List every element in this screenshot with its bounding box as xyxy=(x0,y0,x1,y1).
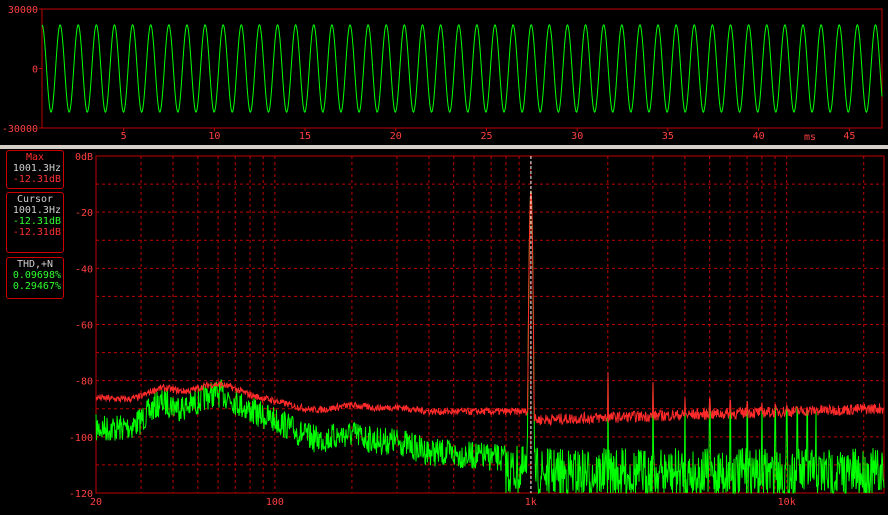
waveform-x-tick-label: 35 xyxy=(662,131,674,142)
thd-value: 0.09698% xyxy=(12,270,61,281)
cursor-level-a: -12.31dB xyxy=(12,216,61,227)
spectrum-grid xyxy=(96,156,884,493)
thd-n-value: 0.29467% xyxy=(12,281,61,292)
waveform-x-tick-label: 25 xyxy=(480,131,492,142)
waveform-x-tick-label: 20 xyxy=(390,131,402,142)
spectrum-y-tick-label: -40 xyxy=(75,264,93,275)
max-level: -12.31dB xyxy=(12,174,61,185)
spectrum-x-tick-label: 1k xyxy=(525,497,537,508)
waveform-y-tick-label: 0 xyxy=(32,65,38,76)
thd-title: THD,+N xyxy=(16,259,54,270)
waveform-x-tick-label: 30 xyxy=(571,131,583,142)
spectrum-x-tick-label: 20 xyxy=(90,497,102,508)
waveform-x-tick-label: 5 xyxy=(121,131,127,142)
spectrum-plot-frame xyxy=(95,155,885,494)
waveform-trace xyxy=(41,24,883,113)
waveform-y-tick-label: 30000 xyxy=(8,5,38,16)
spectrum-panel[interactable]: 0dB -20 -40 -60 -80 -100 -120 20 100 1k 10k xyxy=(0,149,888,511)
waveform-panel[interactable]: 5 10 15 20 25 30 35 40 45 ms 30000 0 -30000 xyxy=(0,0,888,145)
spectrum-y-tick-label: -100 xyxy=(69,433,93,444)
max-readout-panel: Max 1001.3Hz -12.31dB xyxy=(6,150,64,189)
waveform-x-unit: ms xyxy=(804,132,816,143)
spectrum-x-tick-label: 10k xyxy=(778,497,796,508)
cursor-frequency: 1001.3Hz xyxy=(12,205,61,216)
max-frequency: 1001.3Hz xyxy=(12,163,61,174)
waveform-y-tick-label: -30000 xyxy=(2,124,38,135)
waveform-x-tick-label: 10 xyxy=(208,131,220,142)
spectrum-x-tick-label: 100 xyxy=(266,497,284,508)
spectrum-trace-b xyxy=(95,190,885,495)
waveform-plot[interactable]: 5 10 15 20 25 30 35 40 45 ms 30000 0 -30000 xyxy=(0,0,888,145)
spectrum-y-tick-label: -80 xyxy=(75,377,93,388)
spectrum-y-tick-label: -20 xyxy=(75,208,93,219)
spectrum-y-tick-label: -60 xyxy=(75,321,93,332)
waveform-x-tick-label: 15 xyxy=(299,131,311,142)
max-title: Max xyxy=(25,152,45,163)
spectrum-y-tick-label: 0dB xyxy=(75,152,93,163)
cursor-level-b: -12.31dB xyxy=(12,227,61,238)
cursor-readout-panel: Cursor 1001.3Hz -12.31dB -12.31dB xyxy=(6,192,64,253)
waveform-x-tick-label: 45 xyxy=(843,131,855,142)
thd-readout-panel: THD,+N 0.09698% 0.29467% xyxy=(6,257,64,299)
cursor-title: Cursor xyxy=(16,194,54,205)
waveform-x-tick-label: 40 xyxy=(753,131,765,142)
spectrum-plot[interactable]: 0dB-20-40-60-80-100-12020 100 1k 10k xyxy=(0,149,888,511)
